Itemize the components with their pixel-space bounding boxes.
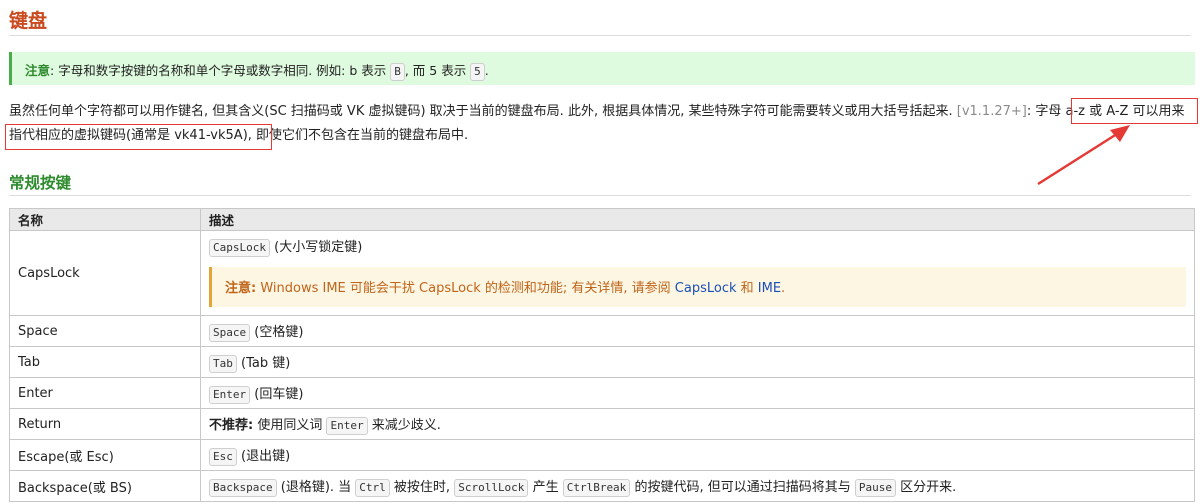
key-code: Enter <box>209 385 251 404</box>
key-name: Return <box>9 408 201 440</box>
desc-text-2: 来减少歧义. <box>367 417 441 433</box>
ctrl-key-code: Ctrl <box>355 478 390 497</box>
key-code: Backspace <box>209 478 277 497</box>
key-desc: CapsLock (大小写锁定键) 注意: Windows IME 可能会干扰 … <box>200 230 1195 316</box>
key-code: Esc <box>209 447 237 466</box>
desc-text: (退出键) <box>236 448 291 464</box>
desc-text-2: 被按住时, <box>389 479 455 495</box>
key-desc: Enter (回车键) <box>200 377 1195 409</box>
deprecated-label: 不推荐: <box>209 417 254 433</box>
key-5-code: 5 <box>470 63 485 81</box>
desc-text-4: 的按键代码, 但可以通过扫描码将其与 <box>630 479 855 495</box>
table-row: Tab Tab (Tab 键) <box>9 346 1195 378</box>
desc-text: (空格键) <box>250 324 304 340</box>
warning-text: Windows IME 可能会干扰 CapsLock 的检测和功能; 有关详情,… <box>256 280 675 296</box>
col-header-desc: 描述 <box>200 208 1195 231</box>
key-name: Enter <box>9 377 201 409</box>
desc-text-5: 区分开来. <box>895 479 957 495</box>
red-arrow-icon <box>1037 125 1130 186</box>
table-row: Backspace(或 BS) Backspace (退格键). 当 Ctrl … <box>9 470 1195 502</box>
section-title: 常规按键 <box>9 174 72 192</box>
keys-table: 名称 描述 CapsLock CapsLock (大小写锁定键) 注意: Win… <box>9 208 1195 502</box>
key-desc: Space (空格键) <box>200 315 1195 347</box>
warning-end: . <box>781 280 786 296</box>
key-code: CapsLock <box>209 238 270 257</box>
key-desc: Backspace (退格键). 当 Ctrl 被按住时, ScrollLock… <box>200 470 1195 502</box>
ctrlbreak-key-code: CtrlBreak <box>562 478 631 497</box>
desc-text: 使用同义词 <box>253 417 327 433</box>
ime-link[interactable]: IME <box>758 281 781 296</box>
table-row: Enter Enter (回车键) <box>9 377 1195 409</box>
page-title: 键盘 <box>9 10 48 32</box>
warning-label: 注意: <box>225 280 257 296</box>
version-tag: [v1.1.27+] <box>956 104 1027 119</box>
key-name: CapsLock <box>9 230 201 316</box>
title-divider <box>9 35 1191 36</box>
note-text-3: . <box>484 63 489 78</box>
section-divider <box>9 195 1191 196</box>
key-desc: 不推荐: 使用同义词 Enter 来减少歧义. <box>200 408 1195 440</box>
warning-box: 注意: Windows IME 可能会干扰 CapsLock 的检测和功能; 有… <box>209 266 1186 307</box>
desc-text-3: 产生 <box>528 479 563 495</box>
note-label: 注意 <box>25 63 51 78</box>
col-header-name: 名称 <box>9 208 201 231</box>
key-name: Escape(或 Esc) <box>9 439 201 471</box>
note-text: : 字母和数字按键的名称和单个字母或数字相同. 例如: b 表示 <box>50 63 391 78</box>
table-row: Return 不推荐: 使用同义词 Enter 来减少歧义. <box>9 408 1195 440</box>
key-name: Tab <box>9 346 201 378</box>
desc-text: (回车键) <box>250 386 304 402</box>
table-header-row: 名称 描述 <box>9 208 1195 231</box>
table-row: CapsLock CapsLock (大小写锁定键) 注意: Windows I… <box>9 230 1195 316</box>
desc-text: (大小写锁定键) <box>269 239 363 255</box>
key-code: Tab <box>209 354 237 373</box>
note-text-2: , 而 5 表示 <box>404 63 471 78</box>
key-name: Space <box>9 315 201 347</box>
key-code: Enter <box>326 416 368 435</box>
desc-text: (退格键). 当 <box>276 479 356 495</box>
desc-text: (Tab 键) <box>236 355 291 371</box>
key-b-code: B <box>390 63 405 81</box>
key-name: Backspace(或 BS) <box>9 470 201 502</box>
key-desc: Tab (Tab 键) <box>200 346 1195 378</box>
key-desc: Esc (退出键) <box>200 439 1195 471</box>
warning-and: 和 <box>736 280 758 296</box>
highlight-box-bottom <box>5 124 272 150</box>
scrolllock-key-code: ScrollLock <box>454 478 529 497</box>
key-code: Space <box>209 323 251 342</box>
table-row: Space Space (空格键) <box>9 315 1195 347</box>
pause-key-code: Pause <box>854 478 896 497</box>
note-box: 注意: 字母和数字按键的名称和单个字母或数字相同. 例如: b 表示 B, 而 … <box>9 52 1195 85</box>
capslock-link[interactable]: CapsLock <box>675 281 737 296</box>
paragraph-text: 虽然任何单个字符都可以用作键名, 但其含义(SC 扫描码或 VK 虚拟键码) 取… <box>9 104 957 119</box>
table-row: Escape(或 Esc) Esc (退出键) <box>9 439 1195 471</box>
